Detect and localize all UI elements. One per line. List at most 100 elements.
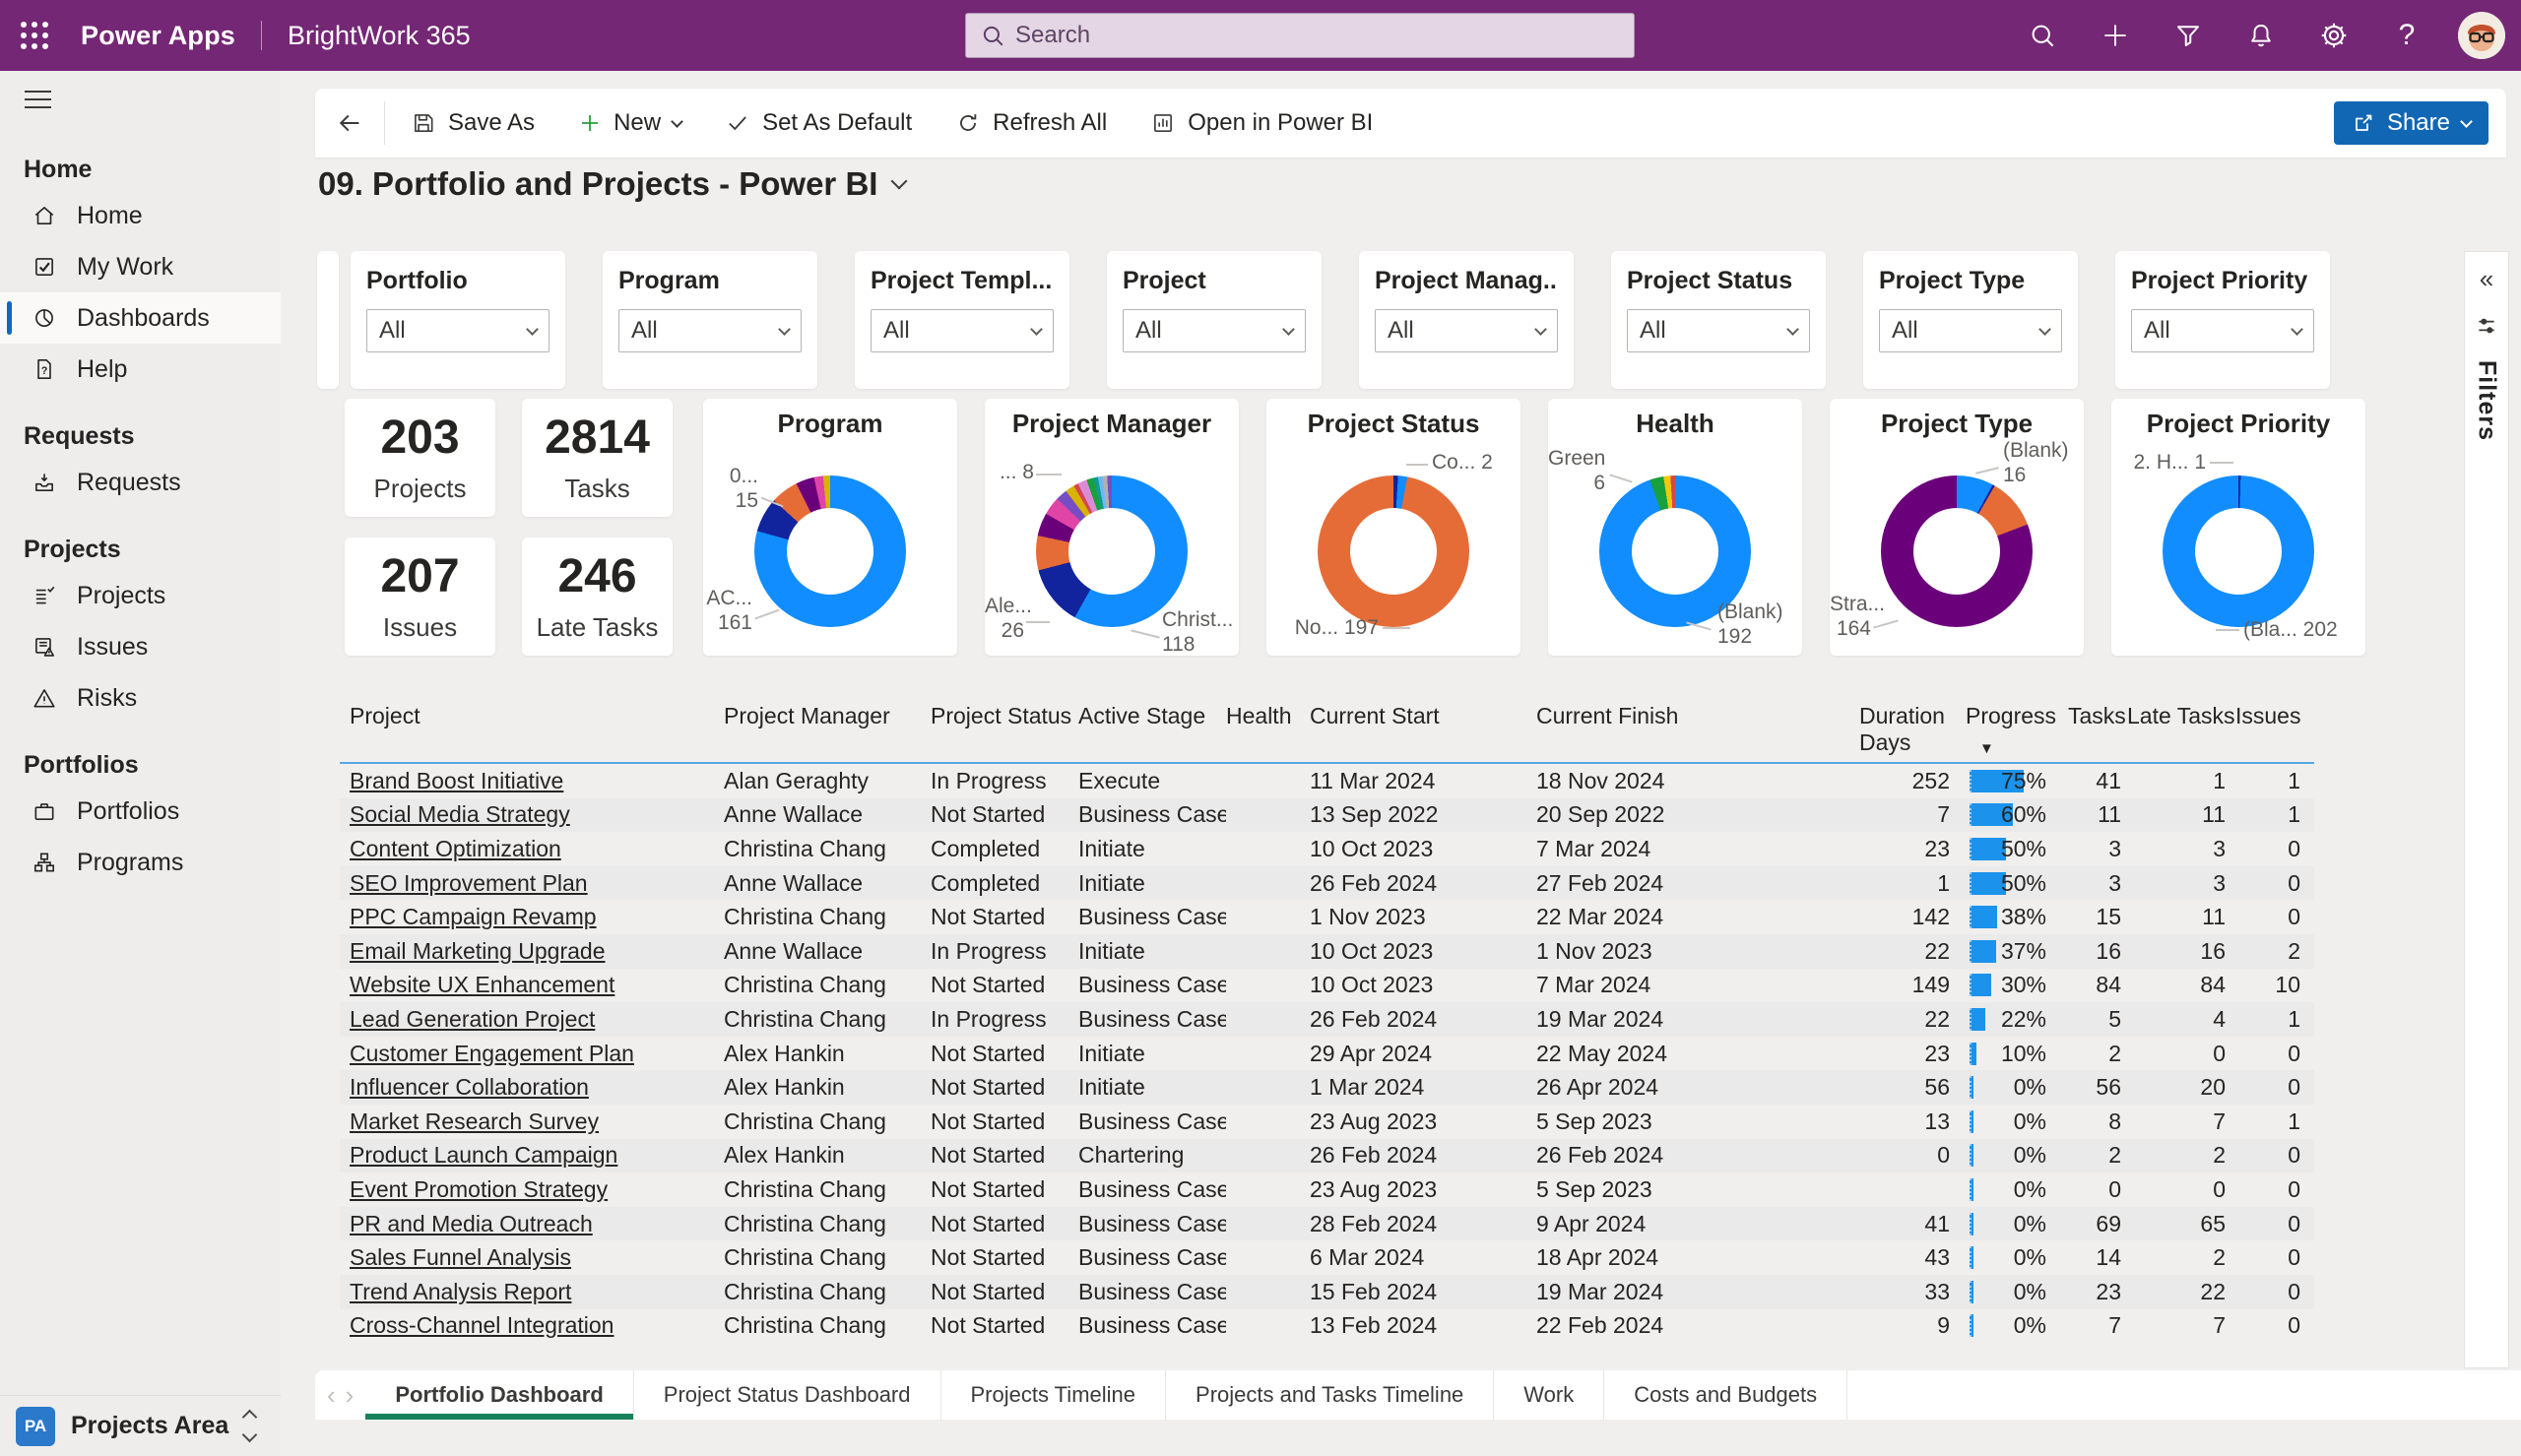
sidebar-item-help[interactable]: ? Help xyxy=(0,344,281,395)
project-link[interactable]: Trend Analysis Report xyxy=(350,1279,571,1304)
column-header-health[interactable]: Health xyxy=(1226,703,1310,729)
sidebar-item-portfolios[interactable]: Portfolios xyxy=(0,786,281,837)
project-link[interactable]: Cross-Channel Integration xyxy=(350,1312,614,1338)
project-link[interactable]: Email Marketing Upgrade xyxy=(350,938,606,964)
share-button[interactable]: Share xyxy=(2333,101,2489,145)
filter-dropdown[interactable]: All xyxy=(1375,309,1558,352)
project-link[interactable]: Brand Boost Initiative xyxy=(350,768,563,793)
notifications-bell-icon[interactable] xyxy=(2239,8,2283,63)
project-link[interactable]: Sales Funnel Analysis xyxy=(350,1244,571,1270)
sidebar-item-requests[interactable]: Requests xyxy=(0,457,281,508)
project-link[interactable]: Website UX Enhancement xyxy=(350,972,614,997)
sidebar-item-dashboards[interactable]: Dashboards xyxy=(0,292,281,344)
waffle-menu-icon[interactable] xyxy=(0,0,69,71)
table-row[interactable]: Website UX Enhancement Christina Chang N… xyxy=(340,969,2314,1003)
column-header-progress[interactable]: Progress ▼ xyxy=(1950,703,2068,762)
sidebar-item-risks[interactable]: Risks xyxy=(0,672,281,724)
table-row[interactable]: PR and Media Outreach Christina Chang No… xyxy=(340,1206,2314,1241)
kpi-late-tasks[interactable]: 246 Late Tasks xyxy=(522,538,673,656)
table-row[interactable]: Cross-Channel Integration Christina Chan… xyxy=(340,1309,2314,1344)
dashboard-title-row[interactable]: 09. Portfolio and Projects - Power BI xyxy=(318,165,908,203)
search-input[interactable] xyxy=(1015,22,1620,49)
report-tab[interactable]: Portfolio Dashboard xyxy=(365,1370,634,1420)
save-as-button[interactable]: Save As xyxy=(411,109,535,137)
kpi-projects[interactable]: 203 Projects xyxy=(345,399,495,517)
filter-settings-icon[interactable] xyxy=(2474,313,2499,339)
column-header-project-status[interactable]: Project Status xyxy=(931,703,1078,729)
filter-dropdown[interactable]: All xyxy=(366,309,549,352)
column-header-current-finish[interactable]: Current Finish xyxy=(1536,703,1851,729)
column-header-tasks[interactable]: Tasks xyxy=(2068,703,2127,729)
kpi-tasks[interactable]: 2814 Tasks xyxy=(522,399,673,517)
filter-dropdown[interactable]: All xyxy=(871,309,1054,352)
project-link[interactable]: Content Optimization xyxy=(350,836,561,861)
filter-dropdown[interactable]: All xyxy=(1123,309,1306,352)
set-as-default-button[interactable]: Set As Default xyxy=(725,109,912,137)
settings-gear-icon[interactable] xyxy=(2312,8,2356,63)
project-link[interactable]: PR and Media Outreach xyxy=(350,1211,593,1236)
report-tab[interactable]: Work xyxy=(1494,1370,1605,1420)
project-priority-donut-chart[interactable] xyxy=(2163,475,2314,627)
column-header-issues[interactable]: Issues xyxy=(2235,703,2314,729)
project-type-donut-chart[interactable] xyxy=(1881,475,2033,627)
collapse-rail-icon[interactable]: « xyxy=(2480,266,2493,291)
table-row[interactable]: Event Promotion Strategy Christina Chang… xyxy=(340,1172,2314,1207)
table-row[interactable]: Market Research Survey Christina Chang N… xyxy=(340,1105,2314,1139)
project-status-donut-chart[interactable] xyxy=(1318,475,1469,627)
filters-rail-label[interactable]: Filters xyxy=(2473,360,2501,441)
filter-dropdown[interactable]: All xyxy=(1627,309,1810,352)
environment-name[interactable]: BrightWork 365 xyxy=(288,21,471,51)
refresh-all-button[interactable]: Refresh All xyxy=(955,109,1107,137)
project-link[interactable]: Lead Generation Project xyxy=(350,1006,595,1032)
new-button[interactable]: New xyxy=(578,109,683,137)
environment-area-switcher[interactable]: PA Projects Area xyxy=(0,1395,281,1456)
table-row[interactable]: Email Marketing Upgrade Anne Wallace In … xyxy=(340,933,2314,969)
project-link[interactable]: Customer Engagement Plan xyxy=(350,1041,634,1066)
sidebar-collapse-icon[interactable] xyxy=(8,71,67,128)
new-plus-icon[interactable] xyxy=(2094,8,2137,63)
column-header-late-tasks[interactable]: Late Tasks xyxy=(2127,703,2235,729)
table-row[interactable]: Customer Engagement Plan Alex Hankin Not… xyxy=(340,1037,2314,1071)
filter-dropdown[interactable]: All xyxy=(1879,309,2062,352)
app-name[interactable]: Power Apps xyxy=(81,21,235,51)
global-search[interactable] xyxy=(965,13,1635,58)
table-row[interactable]: Sales Funnel Analysis Christina Chang No… xyxy=(340,1240,2314,1275)
help-icon[interactable]: ? xyxy=(2385,8,2428,63)
sidebar-item-projects[interactable]: Projects xyxy=(0,570,281,621)
sidebar-item-programs[interactable]: Programs xyxy=(0,837,281,888)
program-donut-chart[interactable] xyxy=(754,475,906,627)
search-icon-button[interactable] xyxy=(2021,8,2064,63)
filter-dropdown[interactable]: All xyxy=(618,309,802,352)
table-row[interactable]: Product Launch Campaign Alex Hankin Not … xyxy=(340,1138,2314,1173)
table-row[interactable]: Influencer Collaboration Alex Hankin Not… xyxy=(340,1070,2314,1105)
back-button[interactable] xyxy=(315,109,384,137)
table-row[interactable]: Content Optimization Christina Chang Com… xyxy=(340,832,2314,866)
tabs-scroll-right-icon[interactable]: › xyxy=(346,1380,355,1411)
project-manager-donut-chart[interactable] xyxy=(1036,475,1188,627)
filter-funnel-icon[interactable] xyxy=(2166,8,2210,63)
project-link[interactable]: PPC Campaign Revamp xyxy=(350,904,597,929)
sidebar-item-issues[interactable]: Issues xyxy=(0,621,281,672)
table-row[interactable]: SEO Improvement Plan Anne Wallace Comple… xyxy=(340,865,2314,901)
table-row[interactable]: Social Media Strategy Anne Wallace Not S… xyxy=(340,797,2314,833)
tabs-scroll-left-icon[interactable]: ‹ xyxy=(327,1380,336,1411)
table-row[interactable]: Brand Boost Initiative Alan Geraghty In … xyxy=(340,764,2314,798)
column-header-current-start[interactable]: Current Start xyxy=(1310,703,1536,729)
report-tab[interactable]: Costs and Budgets xyxy=(1604,1370,1848,1420)
column-header-project-manager[interactable]: Project Manager xyxy=(724,703,931,729)
project-link[interactable]: Product Launch Campaign xyxy=(350,1142,617,1168)
table-row[interactable]: Trend Analysis Report Christina Chang No… xyxy=(340,1274,2314,1309)
report-tab[interactable]: Project Status Dashboard xyxy=(634,1370,941,1420)
kpi-issues[interactable]: 207 Issues xyxy=(345,538,495,656)
column-header-active-stage[interactable]: Active Stage xyxy=(1078,703,1226,729)
report-tab[interactable]: Projects and Tasks Timeline xyxy=(1166,1370,1495,1420)
column-header-duration-days[interactable]: Duration Days xyxy=(1851,703,1950,756)
filter-dropdown[interactable]: All xyxy=(2131,309,2314,352)
table-row[interactable]: PPC Campaign Revamp Christina Chang Not … xyxy=(340,900,2314,934)
table-row[interactable]: Lead Generation Project Christina Chang … xyxy=(340,1002,2314,1037)
column-header-project[interactable]: Project xyxy=(340,703,724,729)
open-in-power-bi-button[interactable]: Open in Power BI xyxy=(1150,109,1373,137)
report-tab[interactable]: Projects Timeline xyxy=(941,1370,1167,1420)
project-link[interactable]: SEO Improvement Plan xyxy=(350,870,588,896)
project-link[interactable]: Social Media Strategy xyxy=(350,801,570,827)
